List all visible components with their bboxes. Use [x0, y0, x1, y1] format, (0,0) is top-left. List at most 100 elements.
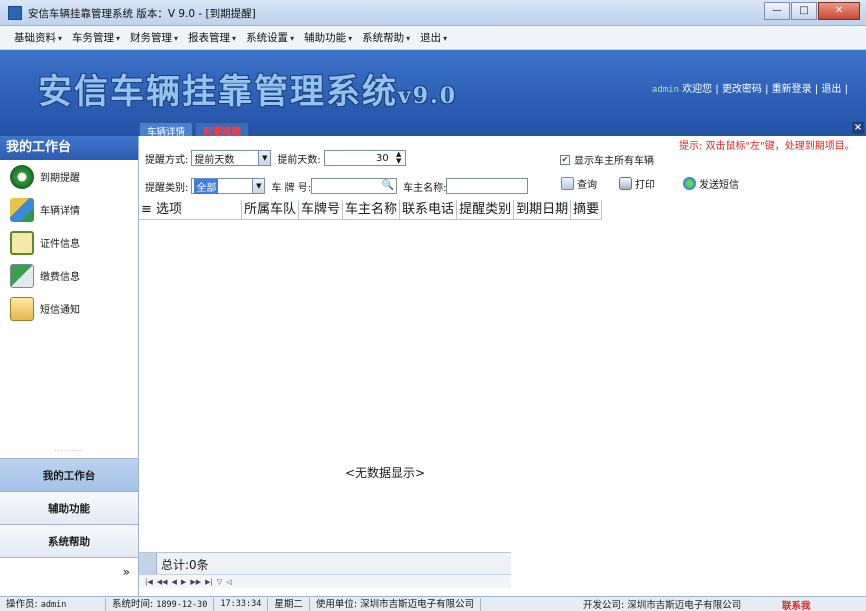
- type-select[interactable]: 全部 ▼: [191, 178, 266, 194]
- prev-record-icon[interactable]: ◀: [172, 578, 177, 586]
- payment-icon: [10, 263, 34, 288]
- column-header[interactable]: 到期日期: [514, 200, 572, 220]
- empty-grid-message: <无数据显示>: [345, 466, 426, 480]
- next-record-icon[interactable]: ▶: [181, 578, 186, 586]
- welcome-text: 欢迎您: [682, 84, 713, 95]
- nav-auxiliary[interactable]: 辅助功能: [0, 491, 138, 524]
- sidebar-item-expiry-reminder[interactable]: 到期提醒: [0, 160, 138, 193]
- sidebar-splitter[interactable]: ··········: [0, 449, 138, 455]
- chevron-down-icon: ▾: [290, 34, 295, 43]
- show-all-row: ✔ 显示车主所有车辆: [560, 154, 654, 167]
- app-icon: [8, 6, 22, 20]
- column-header[interactable]: 提醒类别: [457, 200, 515, 220]
- first-page-icon[interactable]: |◀: [145, 578, 153, 586]
- print-button[interactable]: 打印: [619, 176, 655, 191]
- menu-help[interactable]: 系统帮助 ▾: [362, 30, 410, 45]
- document-tabs: 车辆详情 到期提醒: [139, 122, 251, 138]
- column-header[interactable]: 摘要: [571, 200, 603, 220]
- column-header[interactable]: 所属车队: [242, 200, 300, 220]
- action-row: 查询 打印 发送短信: [561, 176, 739, 191]
- status-weekday: 星期二: [268, 597, 310, 611]
- minimize-button[interactable]: —: [764, 2, 790, 20]
- column-header[interactable]: 联系电话: [400, 200, 458, 220]
- menu-system-settings[interactable]: 系统设置 ▾: [246, 30, 294, 45]
- clock-icon: [10, 164, 34, 189]
- user-bar: admin 欢迎您 | 更改密码 | 重新登录 | 退出 |: [651, 84, 848, 95]
- chevron-down-icon: ▾: [232, 34, 237, 43]
- plate-label: 车 牌 号:: [271, 182, 312, 194]
- mode-select[interactable]: 提前天数 ▼: [191, 150, 272, 166]
- window-title: 安信车辆挂靠管理系统 版本：V 9.0 - [到期提醒]: [28, 8, 256, 20]
- chevron-down-icon: ▾: [58, 34, 63, 43]
- vehicle-icon: [10, 197, 34, 222]
- logout-link[interactable]: 退出: [821, 84, 841, 95]
- menu-exit[interactable]: 退出 ▾: [420, 30, 447, 45]
- scroll-left-icon[interactable]: ◁: [226, 578, 231, 586]
- status-system-time: 系统时间: 1899-12-30: [106, 597, 215, 611]
- dropdown-arrow-icon: ▼: [252, 179, 265, 193]
- grid-navigator: |◀ ◀◀ ◀ ▶ ▶▶ ▶| ▽ ◁: [139, 574, 511, 588]
- relogin-link[interactable]: 重新登录: [772, 84, 812, 95]
- sidebar-item-vehicle-details[interactable]: 车辆详情: [0, 193, 138, 226]
- status-marquee: 开发公司: 深圳市吉斯迈电子有限公司: [583, 600, 742, 611]
- printer-icon: [619, 177, 632, 190]
- username: admin: [651, 85, 679, 95]
- sidebar-item-payments[interactable]: 缴费信息: [0, 259, 138, 292]
- title-bar: 安信车辆挂靠管理系统 版本：V 9.0 - [到期提醒] — □ ✕: [0, 0, 866, 26]
- sidebar-item-sms[interactable]: 短信通知: [0, 292, 138, 325]
- column-header[interactable]: 车主名称: [343, 200, 401, 220]
- days-stepper[interactable]: 30 ▲ ▼: [323, 150, 406, 166]
- grid-body[interactable]: <无数据显示>: [139, 221, 866, 551]
- app-logo: 安信车辆挂靠管理系统v9.0: [38, 72, 458, 112]
- status-unit: 使用单位: 深圳市吉斯迈电子有限公司: [310, 597, 482, 611]
- menu-vehicle-affairs[interactable]: 车务管理 ▾: [72, 30, 120, 45]
- days-label: 提前天数:: [277, 154, 321, 166]
- chevron-down-icon: ▾: [443, 34, 448, 43]
- window-controls: — □ ✕: [763, 2, 860, 20]
- lookup-icon[interactable]: 🔍: [382, 180, 394, 191]
- filter-row-2: 提醒类别: 全部 ▼ 车 牌 号: 🔍 车主名称:: [145, 178, 529, 194]
- show-all-checkbox[interactable]: ✔: [560, 154, 570, 165]
- chevron-down-icon: ▾: [406, 34, 411, 43]
- sidebar: 我的工作台 到期提醒 车辆详情 证件信息 缴费信息 短信通知 ·········…: [0, 136, 139, 596]
- nav-my-workbench[interactable]: 我的工作台: [0, 458, 138, 491]
- query-button[interactable]: 查询: [561, 176, 597, 191]
- chevron-down-icon: ▾: [116, 34, 121, 43]
- menu-basic-data[interactable]: 基础资料 ▾: [14, 30, 62, 45]
- sidebar-nav: 我的工作台 辅助功能 系统帮助 »: [0, 458, 138, 587]
- dropdown-arrow-icon: ▼: [258, 151, 271, 165]
- tab-expiry-reminder[interactable]: 到期提醒: [195, 122, 250, 138]
- close-button[interactable]: ✕: [818, 2, 860, 20]
- filter-icon[interactable]: ▽: [217, 578, 222, 586]
- sms-icon: [10, 296, 34, 321]
- menu-auxiliary[interactable]: 辅助功能 ▾: [304, 30, 352, 45]
- globe-icon: [683, 177, 696, 190]
- certificate-icon: [10, 230, 34, 255]
- grid-header: ≡ 选项 所属车队 车牌号 车主名称 联系电话 提醒类别 到期日期 摘要: [139, 200, 603, 220]
- menu-finance[interactable]: 财务管理 ▾: [130, 30, 178, 45]
- send-sms-button[interactable]: 发送短信: [683, 176, 739, 191]
- column-header[interactable]: 车牌号: [299, 200, 344, 220]
- column-header[interactable]: ≡ 选项: [139, 200, 242, 220]
- menu-reports[interactable]: 报表管理 ▾: [188, 30, 236, 45]
- owner-label: 车主名称:: [403, 182, 447, 194]
- plate-input[interactable]: 🔍: [311, 178, 398, 194]
- next-page-icon[interactable]: ▶▶: [190, 578, 201, 586]
- close-panel-icon[interactable]: ×: [852, 122, 864, 134]
- type-label: 提醒类别:: [145, 182, 189, 194]
- prev-page-icon[interactable]: ◀◀: [157, 578, 168, 586]
- spin-arrows-icon[interactable]: ▲ ▼: [393, 151, 405, 165]
- change-password-link[interactable]: 更改密码: [722, 84, 762, 95]
- expand-icon[interactable]: »: [0, 557, 138, 587]
- status-bar: 操作员: admin 系统时间: 1899-12-30 17:33:34 星期二…: [0, 596, 866, 611]
- nav-help[interactable]: 系统帮助: [0, 524, 138, 557]
- tab-vehicle-details[interactable]: 车辆详情: [139, 122, 194, 138]
- main-panel: 提醒方式: 提前天数 ▼ 提前天数: 30 ▲ ▼ ✔ 显示车主所有车辆 提示: …: [139, 136, 866, 596]
- last-page-icon[interactable]: ▶|: [205, 578, 213, 586]
- total-count: 总计:0条: [161, 558, 209, 572]
- owner-input[interactable]: [446, 178, 529, 194]
- status-time: 17:33:34: [214, 597, 269, 611]
- sidebar-item-certificates[interactable]: 证件信息: [0, 226, 138, 259]
- menu-bar: 基础资料 ▾ 车务管理 ▾ 财务管理 ▾ 报表管理 ▾ 系统设置 ▾ 辅助功能 ▾ 系统帮助…: [0, 26, 866, 50]
- maximize-button[interactable]: □: [791, 2, 817, 20]
